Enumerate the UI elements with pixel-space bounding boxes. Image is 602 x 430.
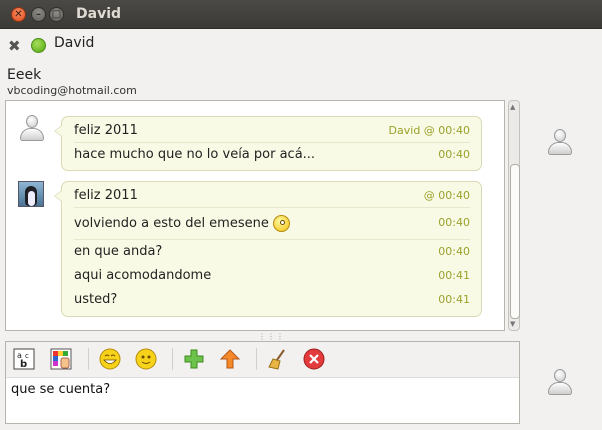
conversation-scrollbar[interactable]: ▲ ▼ bbox=[508, 100, 520, 331]
window-maximize-button[interactable]: □ bbox=[49, 7, 64, 22]
user-display-picture[interactable] bbox=[547, 368, 573, 396]
window-minimize-button[interactable]: – bbox=[31, 7, 46, 22]
scroll-up-icon[interactable]: ▲ bbox=[510, 103, 515, 111]
window-title: David bbox=[76, 6, 122, 22]
message-line: feliz 2011 David @ 00:40 bbox=[74, 120, 470, 143]
pane-resize-handle[interactable]: ⋮⋮⋮ bbox=[258, 332, 285, 341]
invite-icon[interactable] bbox=[182, 347, 206, 371]
message-input[interactable]: que se cuenta? bbox=[11, 382, 110, 397]
message-time: @ 00:40 bbox=[423, 189, 470, 202]
conversation-view[interactable]: feliz 2011 David @ 00:40 hace mucho que … bbox=[5, 100, 505, 331]
format-toolbar: acb bbox=[6, 342, 519, 378]
message-time: 00:41 bbox=[438, 293, 470, 306]
scrollbar-thumb[interactable] bbox=[510, 164, 520, 319]
block-icon[interactable] bbox=[302, 347, 326, 371]
message-group: feliz 2011 David @ 00:40 hace mucho que … bbox=[54, 116, 482, 171]
toolbar-separator bbox=[256, 348, 257, 370]
message-text: volviendo a esto del emesene bbox=[74, 216, 269, 231]
scroll-down-icon[interactable]: ▼ bbox=[510, 320, 515, 328]
message-text-wrap: volviendo a esto del emesene bbox=[74, 215, 290, 232]
smile-emoticon-icon bbox=[272, 215, 290, 232]
message-time: David @ 00:40 bbox=[388, 124, 470, 137]
message-time: 00:40 bbox=[438, 148, 470, 161]
wink-icon[interactable] bbox=[134, 347, 158, 371]
contact-avatar bbox=[19, 114, 45, 142]
message-group: feliz 2011 @ 00:40 volviendo a esto del … bbox=[54, 181, 482, 317]
message-text: usted? bbox=[74, 292, 118, 307]
title-bar: ✕ – □ David bbox=[0, 0, 602, 29]
message-time: 00:41 bbox=[438, 269, 470, 282]
message-text: feliz 2011 bbox=[74, 123, 138, 138]
message-text: feliz 2011 bbox=[74, 188, 138, 203]
clean-icon[interactable] bbox=[266, 347, 290, 371]
close-conversation-icon[interactable]: ✖ bbox=[8, 37, 21, 55]
contact-display-picture[interactable] bbox=[547, 128, 573, 156]
message-text: aqui acomodandome bbox=[74, 268, 212, 283]
contact-name: David bbox=[54, 35, 95, 51]
toolbar-separator bbox=[172, 348, 173, 370]
message-time: 00:40 bbox=[438, 216, 470, 229]
message-line: usted? 00:41 bbox=[74, 289, 470, 311]
contact-email: vbcoding@hotmail.com bbox=[7, 84, 137, 97]
window-close-button[interactable]: ✕ bbox=[11, 7, 26, 22]
message-line: en que anda? 00:40 bbox=[74, 241, 470, 263]
message-line: feliz 2011 @ 00:40 bbox=[74, 185, 470, 208]
message-line: hace mucho que no lo veía por acá... 00:… bbox=[74, 144, 470, 166]
send-file-icon[interactable] bbox=[218, 347, 242, 371]
message-line: aqui acomodandome 00:41 bbox=[74, 265, 470, 287]
svg-text:b: b bbox=[20, 359, 27, 370]
message-line: volviendo a esto del emesene 00:40 bbox=[74, 209, 470, 240]
color-icon[interactable] bbox=[49, 347, 73, 371]
user-avatar-penguin bbox=[18, 181, 44, 207]
font-icon[interactable]: acb bbox=[12, 347, 36, 371]
input-area: acb que se cuenta? bbox=[5, 341, 520, 424]
emoticon-icon[interactable] bbox=[98, 347, 122, 371]
message-text: hace mucho que no lo veía por acá... bbox=[74, 147, 316, 162]
message-time: 00:40 bbox=[438, 245, 470, 258]
toolbar-separator bbox=[88, 348, 89, 370]
status-online-icon bbox=[31, 38, 46, 53]
message-text: en que anda? bbox=[74, 244, 163, 259]
contact-nick: Eeek bbox=[7, 67, 42, 83]
